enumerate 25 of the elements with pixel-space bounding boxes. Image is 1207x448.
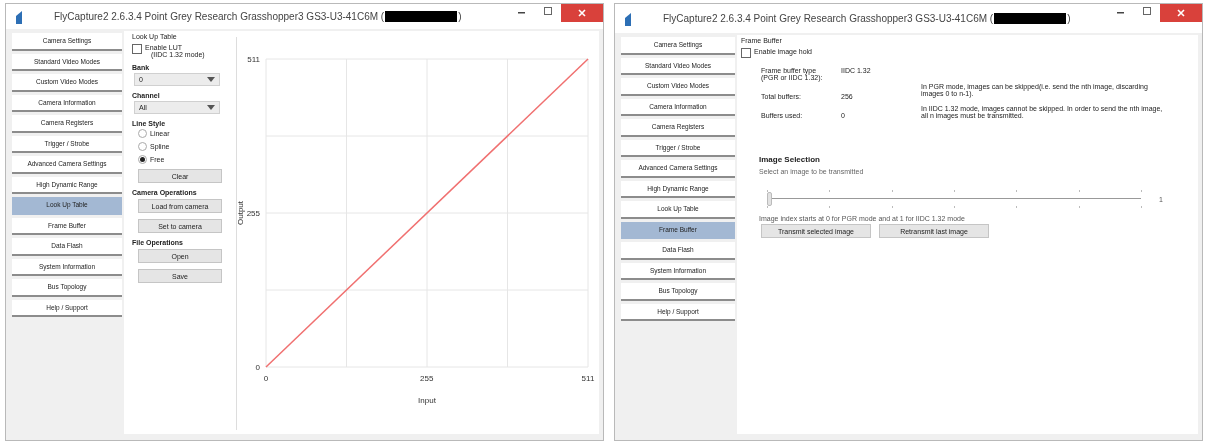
radio-button[interactable]: [138, 142, 147, 151]
app-icon: [623, 11, 633, 26]
y-tick-label: 511: [247, 55, 260, 64]
y-axis-label: Output: [237, 201, 245, 225]
y-tick-label: 255: [246, 209, 260, 219]
x-tick-label: 0: [263, 374, 269, 383]
slider-thumb[interactable]: [767, 192, 772, 206]
window-title: ): [458, 11, 462, 22]
close-icon[interactable]: [1160, 4, 1202, 22]
window-title: FlyCapture2 2.6.3.4 Point Grey Research Grasshopper3 GS3-U3-41C6M (: [54, 11, 385, 22]
radio-button[interactable]: [138, 155, 147, 164]
radio-button[interactable]: [138, 129, 147, 138]
x-tick-label: 511: [581, 374, 595, 383]
app-icon: [14, 9, 24, 24]
x-tick-label: 255: [420, 374, 434, 383]
caret-icon: [207, 77, 215, 82]
checkbox[interactable]: [741, 48, 751, 58]
close-icon[interactable]: [561, 4, 603, 22]
window-title: ): [1067, 13, 1071, 24]
x-axis-label: Input: [418, 396, 436, 405]
y-tick-label: 0: [255, 363, 260, 372]
checkbox[interactable]: [132, 44, 142, 54]
section-title: Image Selection: [759, 155, 821, 164]
caret-icon: [207, 105, 215, 110]
window-title: FlyCapture2 2.6.3.4 Point Grey Research Grasshopper3 GS3-U3-41C6M (: [663, 13, 994, 24]
